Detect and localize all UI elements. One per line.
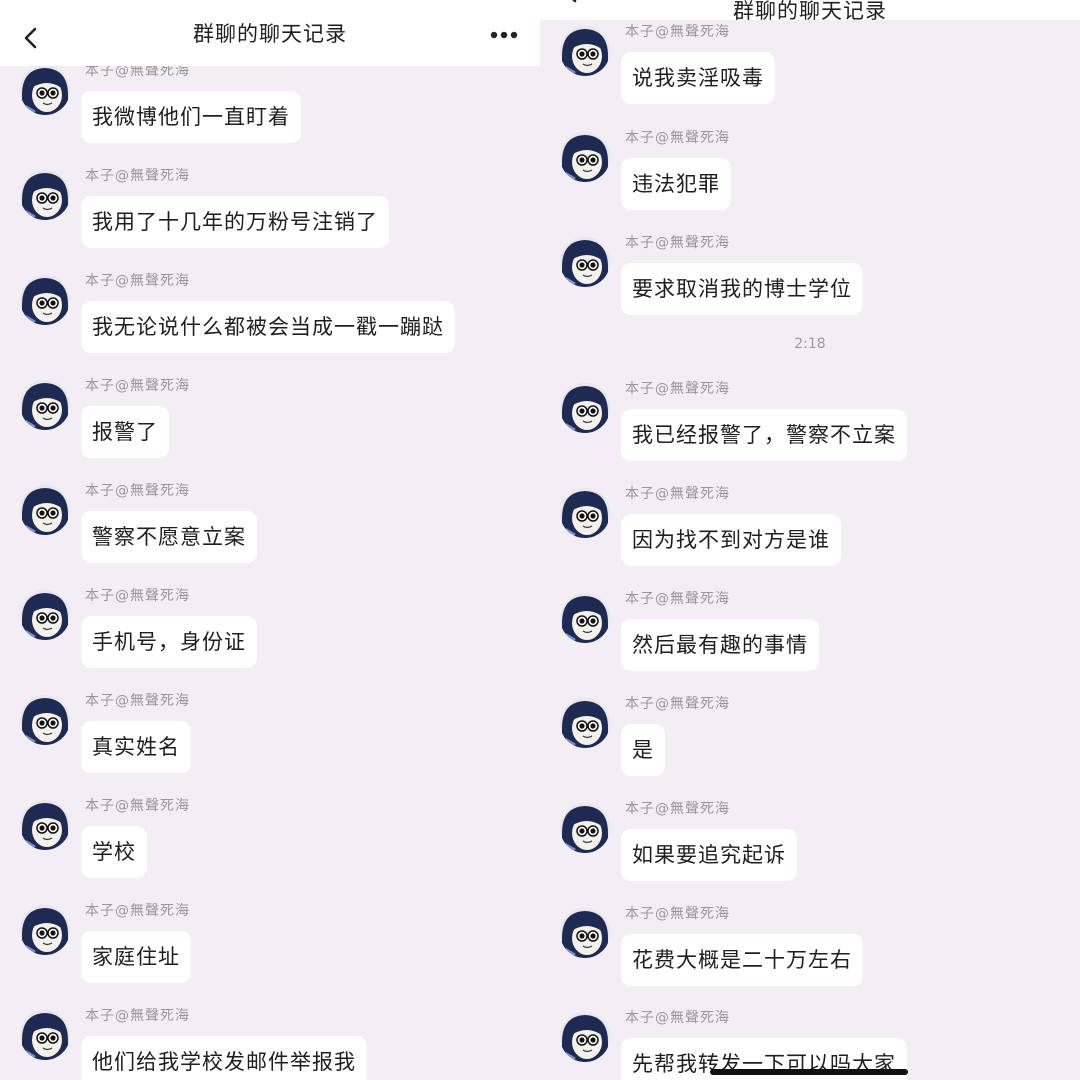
message-bubble[interactable]: 违法犯罪 (621, 158, 731, 210)
avatar[interactable] (560, 698, 610, 748)
message-bubble[interactable]: 我用了十几年的万粉号注销了 (81, 196, 389, 248)
top-bar: 群聊的聊天记录 (0, 0, 540, 66)
avatar[interactable] (560, 803, 610, 853)
sender-name: 本子@無聲死海 (85, 798, 190, 814)
message-row: 本子@無聲死海违法犯罪 (560, 130, 1080, 232)
sender-name: 本子@無聲死海 (625, 130, 730, 146)
message-row: 本子@無聲死海我无论说什么都被会当成一戳一蹦跶 (20, 273, 540, 375)
avatar[interactable] (20, 590, 70, 640)
message-bubble[interactable]: 我已经报警了，警察不立案 (621, 409, 907, 461)
message-bubble[interactable]: 花费大概是二十万左右 (621, 934, 863, 986)
message-row: 本子@無聲死海真实姓名 (20, 693, 540, 795)
screenshot-root: 本子@無聲死海 我微博他们一直盯着 本子@無聲死海 我用了十几年的万粉号注销了 本子@無… (0, 0, 1080, 1080)
message-row: 本子@無聲死海学校 (20, 798, 540, 900)
sender-name: 本子@無聲死海 (625, 235, 730, 251)
sender-name: 本子@無聲死海 (85, 273, 190, 289)
avatar[interactable] (20, 485, 70, 535)
sender-name: 本子@無聲死海 (625, 801, 730, 817)
avatar[interactable] (20, 65, 70, 115)
avatar[interactable] (560, 132, 610, 182)
sender-name: 本子@無聲死海 (85, 378, 190, 394)
message-row: 本子@無聲死海手机号，身份证 (20, 588, 540, 690)
message-bubble[interactable]: 是 (621, 724, 665, 776)
avatar[interactable] (20, 905, 70, 955)
chevron-left-icon[interactable] (22, 27, 42, 49)
message-bubble[interactable]: 要求取消我的博士学位 (621, 263, 863, 315)
sender-name: 本子@無聲死海 (625, 906, 730, 922)
avatar[interactable] (560, 908, 610, 958)
message-row: 本子@無聲死海我用了十几年的万粉号注销了 (20, 168, 540, 270)
message-bubble[interactable]: 他们给我学校发邮件举报我 (81, 1036, 367, 1080)
message-bubble[interactable]: 我无论说什么都被会当成一戳一蹦跶 (81, 301, 455, 353)
avatar[interactable] (560, 237, 610, 287)
sender-name: 本子@無聲死海 (625, 696, 730, 712)
message-row: 本子@無聲死海报警了 (20, 378, 540, 480)
message-row: 本子@無聲死海警察不愿意立案 (20, 483, 540, 585)
message-bubble[interactable]: 说我卖淫吸毒 (621, 52, 775, 104)
message-bubble[interactable]: 学校 (81, 826, 147, 878)
sender-name: 本子@無聲死海 (85, 1008, 190, 1024)
message-bubble[interactable]: 我微博他们一直盯着 (81, 91, 301, 143)
avatar[interactable] (560, 488, 610, 538)
avatar[interactable] (560, 383, 610, 433)
chat-panel-right: 本子@無聲死海 说我卖淫吸毒 本子@無聲死海 违法犯罪 本子@無聲死海 要求取消我的博士学… (540, 0, 1080, 1080)
top-bar-scrolled: 群聊的聊天记录 (540, 0, 1080, 23)
sender-name: 本子@無聲死海 (85, 588, 190, 604)
avatar[interactable] (20, 1010, 70, 1060)
sender-name: 本子@無聲死海 (625, 591, 730, 607)
message-bubble[interactable]: 报警了 (81, 406, 169, 458)
sender-name: 本子@無聲死海 (625, 486, 730, 502)
avatar[interactable] (20, 170, 70, 220)
home-indicator (710, 1069, 908, 1075)
message-row: 本子@無聲死海如果要追究起诉 (560, 801, 1080, 903)
sender-name: 本子@無聲死海 (625, 381, 730, 397)
message-bubble[interactable]: 警察不愿意立案 (81, 511, 257, 563)
message-bubble[interactable]: 如果要追究起诉 (621, 829, 797, 881)
message-list-left: 本子@無聲死海 我微博他们一直盯着 本子@無聲死海 我用了十几年的万粉号注销了 本子@無… (0, 0, 540, 1080)
message-row: 本子@無聲死海然后最有趣的事情 (560, 591, 1080, 693)
message-bubble[interactable]: 家庭住址 (81, 931, 191, 983)
message-row: 本子@無聲死海是 (560, 696, 1080, 798)
sender-name: 本子@無聲死海 (85, 903, 190, 919)
avatar[interactable] (20, 380, 70, 430)
avatar[interactable] (560, 593, 610, 643)
timestamp-divider: 2:18 (794, 336, 826, 352)
chevron-left-icon[interactable] (562, 0, 582, 3)
avatar[interactable] (560, 26, 610, 76)
message-row: 本子@無聲死海 我微博他们一直盯着 (20, 63, 540, 165)
avatar[interactable] (20, 695, 70, 745)
sender-name: 本子@無聲死海 (85, 483, 190, 499)
message-bubble[interactable]: 因为找不到对方是谁 (621, 514, 841, 566)
page-title: 群聊的聊天记录 (733, 0, 887, 23)
avatar[interactable] (560, 1012, 610, 1062)
message-row: 本子@無聲死海因为找不到对方是谁 (560, 486, 1080, 588)
message-row: 本子@無聲死海家庭住址 (20, 903, 540, 1005)
message-bubble[interactable]: 手机号，身份证 (81, 616, 257, 668)
page-title: 群聊的聊天记录 (193, 22, 347, 46)
chat-panel-left: 本子@無聲死海 我微博他们一直盯着 本子@無聲死海 我用了十几年的万粉号注销了 本子@無… (0, 0, 540, 1080)
sender-name: 本子@無聲死海 (85, 168, 190, 184)
message-row: 本子@無聲死海要求取消我的博士学位 (560, 235, 1080, 337)
sender-name: 本子@無聲死海 (85, 693, 190, 709)
more-horizontal-icon[interactable] (490, 31, 518, 39)
avatar[interactable] (20, 800, 70, 850)
sender-name: 本子@無聲死海 (625, 1010, 730, 1026)
message-list-right: 本子@無聲死海 说我卖淫吸毒 本子@無聲死海 违法犯罪 本子@無聲死海 要求取消我的博士学… (540, 0, 1080, 1080)
message-row: 本子@無聲死海我已经报警了，警察不立案 (560, 381, 1080, 483)
message-bubble[interactable]: 真实姓名 (81, 721, 191, 773)
message-row: 本子@無聲死海他们给我学校发邮件举报我 (20, 1008, 540, 1080)
avatar[interactable] (20, 275, 70, 325)
message-row: 本子@無聲死海说我卖淫吸毒 (560, 24, 1080, 126)
sender-name: 本子@無聲死海 (625, 24, 730, 40)
message-row: 本子@無聲死海花费大概是二十万左右 (560, 906, 1080, 1008)
message-bubble[interactable]: 然后最有趣的事情 (621, 619, 819, 671)
